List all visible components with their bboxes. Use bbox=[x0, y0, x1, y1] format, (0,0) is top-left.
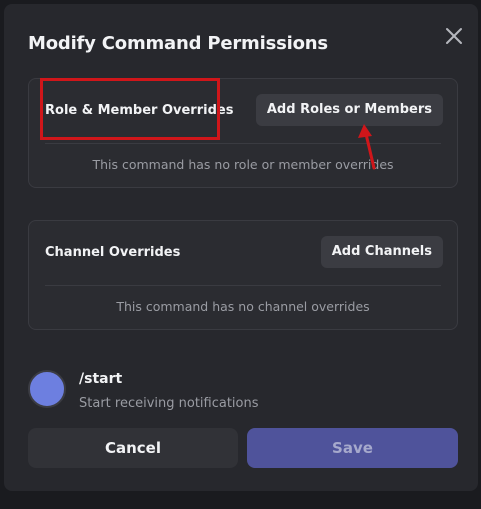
add-roles-members-button[interactable]: Add Roles or Members bbox=[255, 94, 443, 126]
channel-overrides-heading: Channel Overrides bbox=[45, 245, 181, 260]
section-divider bbox=[45, 143, 441, 144]
role-member-overrides-heading: Role & Member Overrides bbox=[45, 103, 234, 118]
command-avatar bbox=[28, 370, 66, 408]
cancel-button[interactable]: Cancel bbox=[28, 428, 238, 468]
section-divider bbox=[45, 285, 441, 286]
role-overrides-empty-text: This command has no role or member overr… bbox=[92, 157, 394, 172]
save-button[interactable]: Save bbox=[247, 428, 458, 468]
close-icon bbox=[446, 28, 462, 44]
command-description: Start receiving notifications bbox=[79, 396, 259, 411]
channel-overrides-section: Channel Overrides Add Channels This comm… bbox=[28, 220, 458, 330]
command-name: /start bbox=[79, 371, 123, 387]
modify-permissions-modal: Modify Command Permissions Role & Member… bbox=[4, 4, 478, 491]
add-channels-button[interactable]: Add Channels bbox=[320, 236, 443, 268]
modal-title: Modify Command Permissions bbox=[28, 33, 328, 54]
channel-overrides-empty-text: This command has no channel overrides bbox=[116, 299, 370, 314]
role-member-overrides-section: Role & Member Overrides Add Roles or Mem… bbox=[28, 78, 458, 188]
close-button[interactable] bbox=[442, 24, 466, 48]
